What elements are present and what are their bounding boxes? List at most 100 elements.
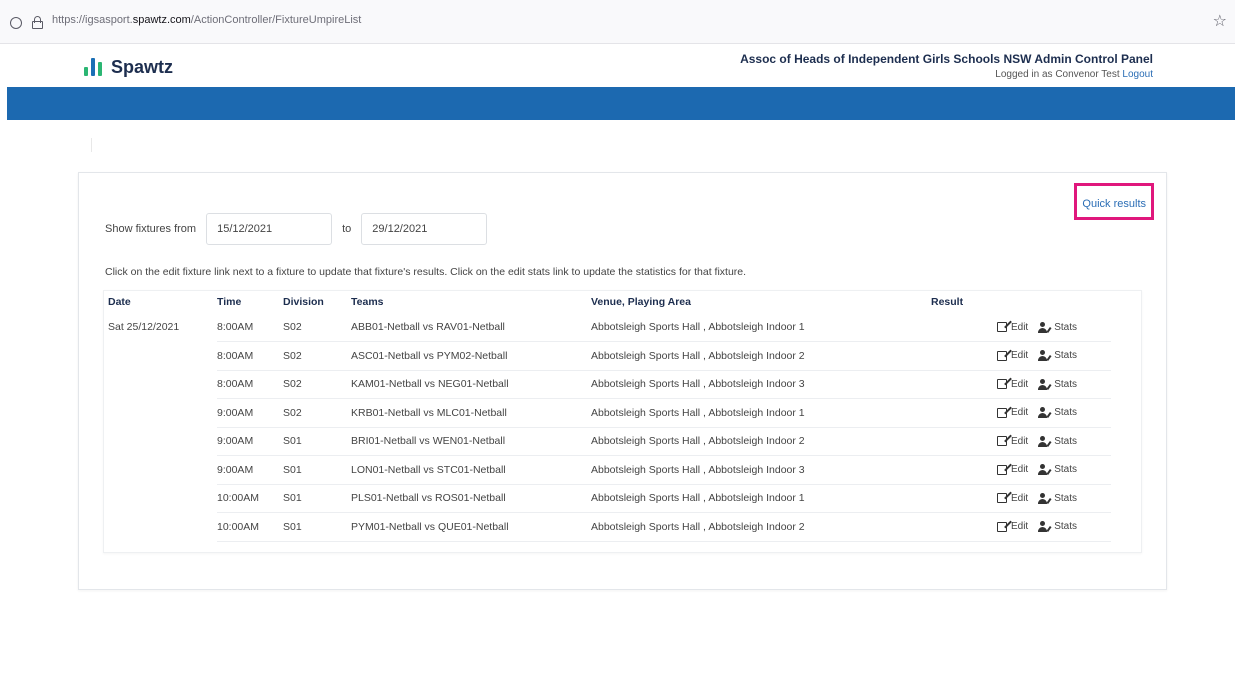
edit-fixture-link[interactable]: Edit [996,321,1029,333]
time-cell: 9:00AM [217,455,283,485]
row-actions: Edit Stats [931,492,1111,504]
edit-icon [996,350,1007,361]
edit-icon [996,436,1007,447]
time-cell: 8:00AM [217,313,283,342]
header-venue: Venue, Playing Area [591,296,691,308]
result-cell: Edit Stats [931,313,1111,342]
division-cell: S02 [283,313,351,342]
to-label: to [342,223,352,235]
edit-fixture-link[interactable]: Edit [996,436,1028,447]
stats-label: Stats [1054,378,1077,390]
edit-stats-link[interactable]: Stats [1038,407,1077,419]
edit-fixture-link[interactable]: Edit [996,493,1028,504]
time-cell: 9:00AM [217,427,283,456]
edit-icon [996,493,1007,504]
teams-cell: ABB01-Netball vs RAV01-Netball [351,313,591,342]
table-header-row: Date Time Division Teams Venue, Playing … [104,291,1111,313]
edit-label: Edit [1010,521,1029,533]
edit-stats-link[interactable]: Stats [1038,464,1077,476]
browser-address-bar[interactable]: https://igsasport.spawtz.com/ActionContr… [0,0,1235,44]
panel-title: Assoc of Heads of Independent Girls Scho… [740,52,1153,66]
row-actions: Edit Stats [931,321,1111,333]
teams-cell: LON01-Netball vs STC01-Netball [351,455,591,485]
table-row: 9:00AM S02 KRB01-Netball vs MLC01-Netball A… [104,398,1111,428]
result-cell: Edit Stats [931,484,1111,513]
tracking-shield-icon[interactable] [10,17,22,29]
edit-fixture-link[interactable]: Edit [996,350,1029,362]
table-row: 10:00AM S01 PLS01-Netball vs ROS01-Netball… [104,484,1111,513]
table-row: 8:00AM S02 KAM01-Netball vs NEG01-Netball A… [104,370,1111,399]
fixtures-table: Date Time Division Teams Venue, Playing … [104,291,1111,542]
user-edit-icon [1038,378,1052,390]
edit-fixture-link[interactable]: Edit [996,464,1028,475]
edit-icon [996,379,1007,390]
quick-results-highlight: Quick results [1074,183,1154,220]
edit-stats-link[interactable]: Stats [1038,435,1077,447]
table-row: 9:00AM S01 LON01-Netball vs STC01-Netball A… [104,455,1111,485]
result-cell: Edit Stats [931,427,1111,456]
venue-cell: Abbotsleigh Sports Hall , Abbotsleigh In… [591,512,931,542]
header-teams: Teams [351,296,384,308]
row-actions: Edit Stats [931,435,1111,447]
edit-stats-link[interactable]: Stats [1038,350,1077,362]
edit-stats-link[interactable]: Stats [1038,492,1077,504]
user-edit-icon [1038,321,1052,333]
edit-label: Edit [1010,407,1029,419]
edit-label: Edit [1010,350,1029,362]
edit-icon [996,407,1007,418]
divider [91,138,92,152]
division-cell: S01 [283,512,351,542]
result-cell: Edit Stats [931,398,1111,428]
venue-cell: Abbotsleigh Sports Hall , Abbotsleigh In… [591,313,931,342]
teams-cell: PLS01-Netball vs ROS01-Netball [351,484,591,513]
header-division: Division [283,296,324,308]
edit-stats-link[interactable]: Stats [1038,521,1077,533]
user-edit-icon [1038,464,1052,476]
result-cell: Edit Stats [931,341,1111,371]
filter-label: Show fixtures from [105,223,197,235]
logout-link[interactable]: Logout [1122,69,1153,80]
header-result: Result [931,296,964,308]
edit-fixture-link[interactable]: Edit [996,379,1028,390]
division-cell: S01 [283,427,351,456]
from-date-input[interactable] [206,213,333,245]
header-date: Date [108,296,131,308]
navigation-bar [7,87,1235,120]
stats-label: Stats [1054,492,1077,504]
time-cell: 10:00AM [217,512,283,542]
edit-fixture-link[interactable]: Edit [996,407,1029,419]
user-edit-icon [1038,407,1052,419]
venue-cell: Abbotsleigh Sports Hall , Abbotsleigh In… [591,398,931,428]
row-actions: Edit Stats [931,464,1111,476]
edit-stats-link[interactable]: Stats [1038,378,1077,390]
admin-header: Assoc of Heads of Independent Girls Scho… [740,52,1153,80]
edit-stats-link[interactable]: Stats [1038,321,1077,333]
table-row: 8:00AM S02 ASC01-Netball vs PYM02-Netball A… [104,341,1111,371]
instructions-text: Click on the edit fixture link next to a… [105,266,747,278]
stats-label: Stats [1054,321,1077,333]
edit-fixture-link[interactable]: Edit [996,521,1029,533]
division-cell: S02 [283,370,351,399]
stats-label: Stats [1054,521,1077,533]
bookmark-star-icon[interactable]: ☆ [1213,11,1227,30]
quick-results-link[interactable]: Quick results [1082,198,1146,210]
edit-label: Edit [1010,321,1029,333]
to-date-input[interactable] [361,213,488,245]
spawtz-logo[interactable]: Spawtz [84,56,173,78]
row-actions: Edit Stats [931,350,1111,362]
result-cell: Edit Stats [931,455,1111,485]
time-cell: 10:00AM [217,484,283,513]
row-actions: Edit Stats [931,407,1111,419]
result-cell: Edit Stats [931,512,1111,542]
date-cell: Sat 25/12/2021 [108,321,180,333]
stats-label: Stats [1054,350,1077,362]
url-text[interactable]: https://igsasport.spawtz.com/ActionContr… [52,14,361,26]
logo-text: Spawtz [111,56,174,77]
logged-in-text: Logged in as Convenor Test [995,69,1120,80]
lock-icon[interactable] [32,16,43,29]
division-cell: S02 [283,341,351,371]
stats-label: Stats [1054,464,1077,476]
venue-cell: Abbotsleigh Sports Hall , Abbotsleigh In… [591,455,931,485]
division-cell: S01 [283,484,351,513]
logo-bars-icon [84,58,102,76]
